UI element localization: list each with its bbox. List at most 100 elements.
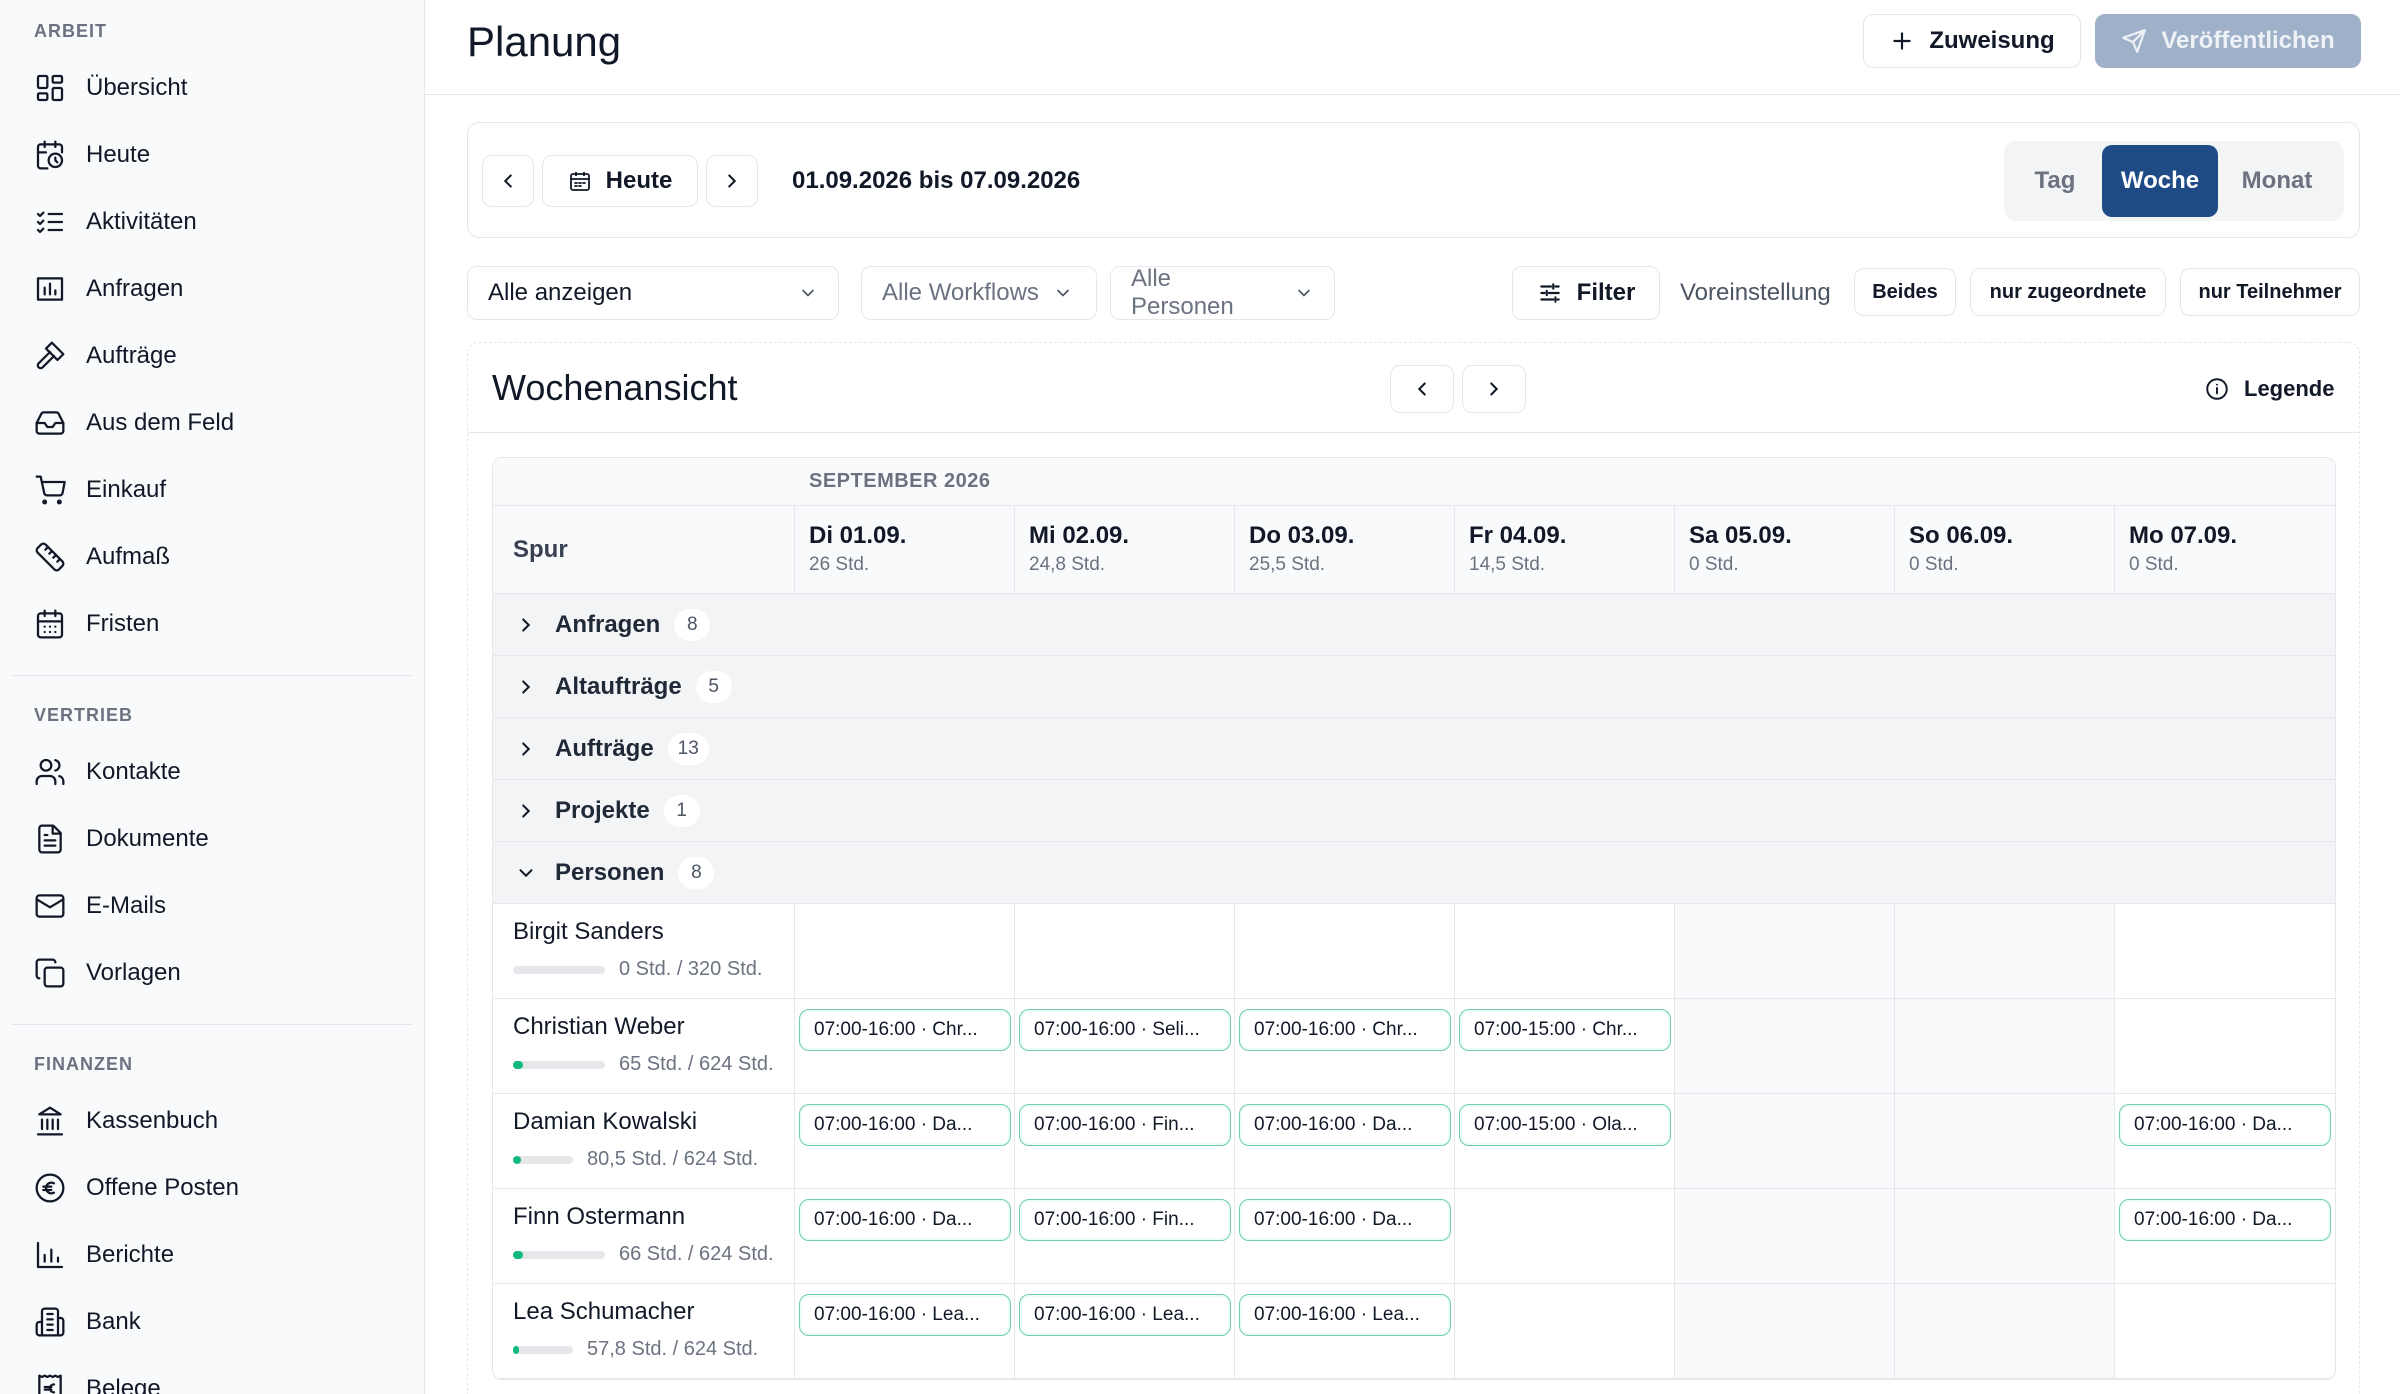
schedule-cell[interactable]: [2115, 999, 2335, 1093]
schedule-cell[interactable]: [1675, 1189, 1895, 1283]
shift-block[interactable]: 07:00-16:00 · Da...: [2119, 1104, 2331, 1146]
person-cell[interactable]: Lea Schumacher 57,8 Std. / 624 Std.: [493, 1284, 795, 1378]
sidebar-item[interactable]: Belege: [12, 1355, 412, 1394]
day-header-cell[interactable]: So 06.09. 0 Std.: [1895, 506, 2115, 593]
day-header-cell[interactable]: Sa 05.09. 0 Std.: [1675, 506, 1895, 593]
schedule-cell[interactable]: 07:00-16:00 · Da...: [795, 1189, 1015, 1283]
shift-block[interactable]: 07:00-16:00 · Da...: [2119, 1199, 2331, 1241]
schedule-cell[interactable]: 07:00-16:00 · Da...: [1235, 1189, 1455, 1283]
sidebar-item[interactable]: Kassenbuch: [12, 1087, 412, 1154]
preset-both-chip[interactable]: Beides: [1854, 268, 1956, 316]
schedule-cell[interactable]: [1895, 1094, 2115, 1188]
lane-group-toggle[interactable]: Projekte 1: [493, 780, 2335, 842]
sidebar-item[interactable]: E-Mails: [12, 872, 412, 939]
shift-block[interactable]: 07:00-16:00 · Chr...: [799, 1009, 1011, 1051]
shift-block[interactable]: 07:00-16:00 · Da...: [1239, 1104, 1451, 1146]
day-header-cell[interactable]: Mi 02.09. 24,8 Std.: [1015, 506, 1235, 593]
sidebar-item[interactable]: Vorlagen: [12, 939, 412, 1006]
sidebar-item[interactable]: Einkauf: [12, 456, 412, 523]
schedule-cell[interactable]: [1235, 904, 1455, 998]
schedule-cell[interactable]: [795, 904, 1015, 998]
sidebar-item[interactable]: Dokumente: [12, 805, 412, 872]
schedule-cell[interactable]: 07:00-16:00 · Seli...: [1015, 999, 1235, 1093]
lane-group-toggle[interactable]: Altaufträge 5: [493, 656, 2335, 718]
schedule-cell[interactable]: 07:00-16:00 · Lea...: [795, 1284, 1015, 1378]
schedule-cell[interactable]: 07:00-16:00 · Da...: [2115, 1189, 2335, 1283]
shift-block[interactable]: 07:00-16:00 · Seli...: [1019, 1009, 1231, 1051]
lane-group-toggle[interactable]: Personen 8: [493, 842, 2335, 904]
shift-block[interactable]: 07:00-16:00 · Fin...: [1019, 1199, 1231, 1241]
schedule-cell[interactable]: [1895, 1189, 2115, 1283]
sidebar-item[interactable]: Bank: [12, 1288, 412, 1355]
schedule-cell[interactable]: 07:00-16:00 · Da...: [1235, 1094, 1455, 1188]
schedule-cell[interactable]: [1675, 999, 1895, 1093]
shift-block[interactable]: 07:00-16:00 · Lea...: [799, 1294, 1011, 1336]
person-cell[interactable]: Finn Ostermann 66 Std. / 624 Std.: [493, 1189, 795, 1283]
schedule-cell[interactable]: 07:00-16:00 · Da...: [2115, 1094, 2335, 1188]
sidebar-item[interactable]: Heute: [12, 121, 412, 188]
person-select[interactable]: Alle Personen: [1110, 265, 1335, 320]
schedule-cell[interactable]: [1895, 904, 2115, 998]
sidebar-item[interactable]: Anfragen: [12, 255, 412, 322]
schedule-cell[interactable]: 07:00-16:00 · Fin...: [1015, 1094, 1235, 1188]
day-header-cell[interactable]: Fr 04.09. 14,5 Std.: [1455, 506, 1675, 593]
sidebar-item[interactable]: Aus dem Feld: [12, 389, 412, 456]
sidebar-item[interactable]: Aktivitäten: [12, 188, 412, 255]
add-assignment-button[interactable]: Zuweisung: [1863, 14, 2081, 68]
publish-button[interactable]: Veröffentlichen: [2095, 14, 2361, 68]
lane-group-toggle[interactable]: Aufträge 13: [493, 718, 2335, 780]
sidebar-item[interactable]: Aufträge: [12, 322, 412, 389]
schedule-cell[interactable]: 07:00-16:00 · Lea...: [1235, 1284, 1455, 1378]
sidebar-item[interactable]: Aufmaß: [12, 523, 412, 590]
view-option[interactable]: Tag: [2008, 145, 2102, 217]
workflow-select[interactable]: Alle Workflows: [861, 266, 1097, 320]
shift-block[interactable]: 07:00-16:00 · Chr...: [1239, 1009, 1451, 1051]
schedule-cell[interactable]: [1675, 1094, 1895, 1188]
schedule-cell[interactable]: [1675, 1284, 1895, 1378]
sidebar-item[interactable]: Offene Posten: [12, 1154, 412, 1221]
sidebar-item[interactable]: Fristen: [12, 590, 412, 657]
person-cell[interactable]: Christian Weber 65 Std. / 624 Std.: [493, 999, 795, 1093]
view-option[interactable]: Woche: [2102, 145, 2218, 217]
schedule-cell[interactable]: [1895, 1284, 2115, 1378]
week-previous-button[interactable]: [1390, 365, 1454, 413]
previous-period-button[interactable]: [482, 155, 534, 207]
schedule-cell[interactable]: 07:00-16:00 · Lea...: [1015, 1284, 1235, 1378]
week-next-button[interactable]: [1462, 365, 1526, 413]
shift-block[interactable]: 07:00-16:00 · Fin...: [1019, 1104, 1231, 1146]
sidebar-item[interactable]: Kontakte: [12, 738, 412, 805]
schedule-cell[interactable]: [2115, 904, 2335, 998]
preset-participants-chip[interactable]: nur Teilnehmer: [2180, 268, 2360, 316]
shift-block[interactable]: 07:00-16:00 · Da...: [1239, 1199, 1451, 1241]
schedule-cell[interactable]: [1455, 1189, 1675, 1283]
today-button[interactable]: Heute: [542, 155, 698, 207]
preset-assigned-chip[interactable]: nur zugeordnete: [1970, 268, 2166, 316]
schedule-cell[interactable]: 07:00-16:00 · Fin...: [1015, 1189, 1235, 1283]
schedule-cell[interactable]: [1015, 904, 1235, 998]
schedule-cell[interactable]: 07:00-16:00 · Da...: [795, 1094, 1015, 1188]
shift-block[interactable]: 07:00-15:00 · Ola...: [1459, 1104, 1671, 1146]
schedule-cell[interactable]: [1895, 999, 2115, 1093]
schedule-cell[interactable]: [1675, 904, 1895, 998]
day-header-cell[interactable]: Mo 07.09. 0 Std.: [2115, 506, 2335, 593]
filter-button[interactable]: Filter: [1512, 266, 1660, 320]
legend-button[interactable]: Legende: [2192, 369, 2346, 409]
schedule-cell[interactable]: [1455, 1284, 1675, 1378]
shift-block[interactable]: 07:00-16:00 · Da...: [799, 1104, 1011, 1146]
next-period-button[interactable]: [706, 155, 758, 207]
day-header-cell[interactable]: Di 01.09. 26 Std.: [795, 506, 1015, 593]
day-header-cell[interactable]: Do 03.09. 25,5 Std.: [1235, 506, 1455, 593]
shift-block[interactable]: 07:00-16:00 · Lea...: [1019, 1294, 1231, 1336]
person-cell[interactable]: Birgit Sanders 0 Std. / 320 Std.: [493, 904, 795, 998]
schedule-cell[interactable]: 07:00-15:00 · Ola...: [1455, 1094, 1675, 1188]
person-cell[interactable]: Damian Kowalski 80,5 Std. / 624 Std.: [493, 1094, 795, 1188]
lane-group-toggle[interactable]: Anfragen 8: [493, 594, 2335, 656]
shift-block[interactable]: 07:00-16:00 · Da...: [799, 1199, 1011, 1241]
sidebar-item[interactable]: Übersicht: [12, 54, 412, 121]
schedule-cell[interactable]: [2115, 1284, 2335, 1378]
shift-block[interactable]: 07:00-16:00 · Lea...: [1239, 1294, 1451, 1336]
schedule-cell[interactable]: 07:00-15:00 · Chr...: [1455, 999, 1675, 1093]
schedule-cell[interactable]: 07:00-16:00 · Chr...: [795, 999, 1015, 1093]
view-option[interactable]: Monat: [2218, 145, 2336, 217]
schedule-cell[interactable]: 07:00-16:00 · Chr...: [1235, 999, 1455, 1093]
